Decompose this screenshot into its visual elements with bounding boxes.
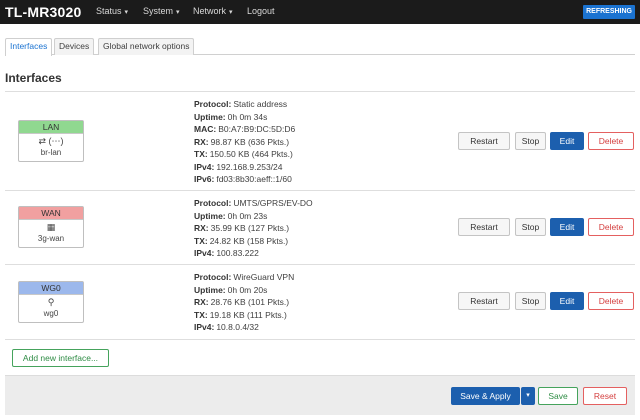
info-line: IPv6: fd03:8b30:aeff::1/60 (194, 174, 292, 184)
info-line: Uptime: 0h 0m 20s (194, 284, 268, 295)
info-line: Uptime: 0h 0m 34s (194, 111, 268, 122)
tunnel-icon: ⚲ (47, 297, 55, 307)
tab-devices[interactable]: Devices (54, 38, 95, 55)
restart-button[interactable]: Restart (458, 132, 510, 150)
delete-button[interactable]: Delete (588, 218, 634, 236)
interface-row-lan: LAN ⇄ (⋯) br-lan Protocol: Static address… (5, 91, 635, 190)
restart-button[interactable]: Restart (458, 292, 510, 310)
info-line: TX: 19.18 KB (111 Pkts.) (194, 309, 287, 320)
edit-button[interactable]: Edit (550, 292, 584, 310)
bridge-icon: ⇄ (⋯) (38, 136, 64, 146)
interface-badge-wg0[interactable]: WG0 ⚲ wg0 (18, 281, 84, 323)
info-line: Protocol: Static address (194, 99, 288, 109)
interface-info-wg0: Protocol: WireGuard VPN Uptime: 0h 0m 20s … (194, 271, 294, 334)
info-line: Protocol: WireGuard VPN (194, 272, 295, 282)
info-line: TX: 150.50 KB (464 Pkts.) (194, 149, 293, 159)
stop-button[interactable]: Stop (515, 218, 546, 236)
page-title: Interfaces (5, 71, 62, 85)
info-line: RX: 98.87 KB (636 Pkts.) (194, 136, 290, 147)
interface-device: 3g-wan (37, 234, 65, 243)
interface-badge-wan[interactable]: WAN ▦ 3g-wan (18, 206, 84, 248)
interface-name: LAN (19, 121, 83, 134)
refreshing-badge[interactable]: REFRESHING (583, 5, 635, 19)
info-line: RX: 28.76 KB (101 Pkts.) (194, 297, 290, 307)
brand-title[interactable]: TL-MR3020 (5, 4, 81, 20)
info-line: TX: 24.82 KB (158 Pkts.) (194, 235, 289, 246)
restart-button[interactable]: Restart (458, 218, 510, 236)
info-line: Uptime: 0h 0m 23s (194, 210, 268, 221)
chevron-down-icon: ▾ (526, 392, 530, 399)
stop-button[interactable]: Stop (515, 292, 546, 310)
interface-badge-lan[interactable]: LAN ⇄ (⋯) br-lan (18, 120, 84, 162)
save-button[interactable]: Save (538, 387, 578, 405)
menu-logout[interactable]: Logout (247, 6, 275, 16)
interface-row-wg0: WG0 ⚲ wg0 Protocol: WireGuard VPN Uptime:… (5, 264, 635, 340)
tab-interfaces[interactable]: Interfaces (5, 38, 53, 56)
info-line: RX: 35.99 KB (127 Pkts.) (194, 223, 290, 233)
interface-info-wan: Protocol: UMTS/GPRS/EV-DO Uptime: 0h 0m 23… (194, 197, 313, 260)
info-line: IPv4: 100.83.222 (194, 248, 259, 258)
stop-button[interactable]: Stop (515, 132, 546, 150)
info-line: Protocol: UMTS/GPRS/EV-DO (194, 198, 313, 208)
info-line: IPv4: 10.8.0.4/32 (194, 322, 259, 332)
top-navbar: TL-MR3020 Status ▾ System ▾ Network ▾ Logou… (0, 0, 640, 24)
interface-device: br-lan (40, 148, 62, 157)
reset-button[interactable]: Reset (583, 387, 627, 405)
edit-button[interactable]: Edit (550, 132, 584, 150)
delete-button[interactable]: Delete (588, 132, 634, 150)
chevron-down-icon: ▾ (176, 9, 180, 16)
add-interface-button[interactable]: Add new interface... (12, 349, 109, 367)
interface-name: WAN (19, 207, 83, 220)
tab-bar: Interfaces Devices Global network option… (5, 38, 635, 56)
tab-global-network-options[interactable]: Global network options (98, 38, 195, 55)
interface-name: WG0 (19, 282, 83, 295)
save-apply-dropdown-button[interactable]: ▾ (521, 387, 535, 405)
modem-icon: ▦ (46, 222, 56, 232)
delete-button[interactable]: Delete (588, 292, 634, 310)
info-line: IPv4: 192.168.9.253/24 (194, 161, 283, 172)
interface-row-wan: WAN ▦ 3g-wan Protocol: UMTS/GPRS/EV-DO Up… (5, 190, 635, 264)
footer-action-bar: Save & Apply ▾ Save Reset (5, 375, 635, 415)
chevron-down-icon: ▾ (124, 9, 129, 16)
info-line: MAC: B0:A7:B9:DC:5D:D6 (194, 124, 296, 134)
chevron-down-icon: ▾ (229, 9, 233, 16)
interface-info-lan: Protocol: Static address Uptime: 0h 0m 34s… (194, 98, 295, 186)
menu-system[interactable]: System ▾ (143, 6, 180, 16)
edit-button[interactable]: Edit (550, 218, 584, 236)
menu-network[interactable]: Network ▾ (193, 6, 233, 16)
interface-device: wg0 (43, 309, 59, 318)
save-apply-button[interactable]: Save & Apply (451, 387, 520, 405)
menu-status[interactable]: Status ▾ (96, 6, 128, 16)
